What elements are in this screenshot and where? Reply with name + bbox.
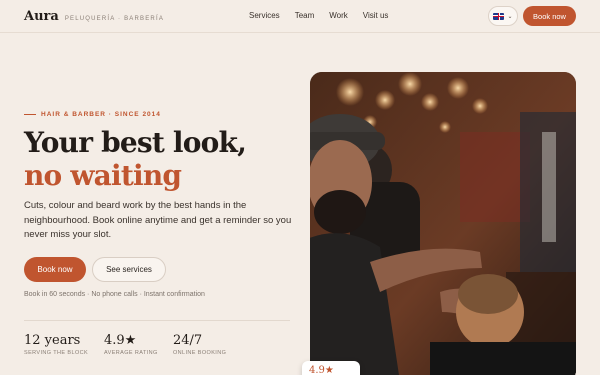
nav-link-work[interactable]: Work: [329, 11, 348, 20]
eyebrow-text: HAIR & BARBER · SINCE 2014: [41, 111, 161, 118]
stats-divider: [24, 320, 290, 321]
header-book-button[interactable]: Book now: [523, 6, 576, 26]
language-selector[interactable]: ⌄: [488, 6, 518, 26]
nav-link-services[interactable]: Services: [249, 11, 280, 20]
hero-title-line1: Your best look,: [24, 126, 247, 159]
see-services-button[interactable]: See services: [92, 257, 166, 282]
stat-rating: 4.9★ AVERAGE RATING: [104, 333, 158, 356]
nav-link-team[interactable]: Team: [295, 11, 315, 20]
stat-years: 12 years SERVING THE BLOCK: [24, 333, 88, 356]
stat-label: AVERAGE RATING: [104, 350, 158, 356]
hero-photo-barber: [310, 72, 576, 375]
stat-value: 24/7: [173, 333, 203, 348]
stat-value: 4.9★: [104, 333, 137, 348]
stat-label: SERVING THE BLOCK: [24, 350, 89, 356]
hero-book-button[interactable]: Book now: [24, 257, 86, 282]
uk-flag-icon: [493, 12, 505, 20]
main-nav: Services Team Work Visit us: [249, 11, 388, 20]
hero-eyebrow: HAIR & BARBER · SINCE 2014: [24, 111, 161, 118]
stat-value: 12 years: [24, 333, 81, 348]
floating-rating-card: 4.9★: [302, 361, 360, 375]
site-header: Aura PELUQUERÍA · BARBERÍA Services Team…: [0, 0, 600, 33]
nav-link-visit-us[interactable]: Visit us: [363, 11, 389, 20]
hero-title-line2: no waiting: [24, 159, 182, 192]
hero-microcopy: Book in 60 seconds · No phone calls · In…: [24, 291, 205, 298]
brand-logo[interactable]: Aura PELUQUERÍA · BARBERÍA: [24, 9, 164, 24]
stat-booking: 24/7 ONLINE BOOKING: [173, 333, 226, 356]
chevron-down-icon: ⌄: [507, 13, 513, 20]
hero-lead: Cuts, colour and beard work by the best …: [24, 200, 292, 240]
brand-name: Aura: [24, 9, 59, 24]
brand-tagline: PELUQUERÍA · BARBERÍA: [64, 16, 165, 22]
hero-title: Your best look, no waiting: [24, 126, 247, 192]
eyebrow-rule: [24, 114, 36, 115]
stat-label: ONLINE BOOKING: [173, 350, 227, 356]
